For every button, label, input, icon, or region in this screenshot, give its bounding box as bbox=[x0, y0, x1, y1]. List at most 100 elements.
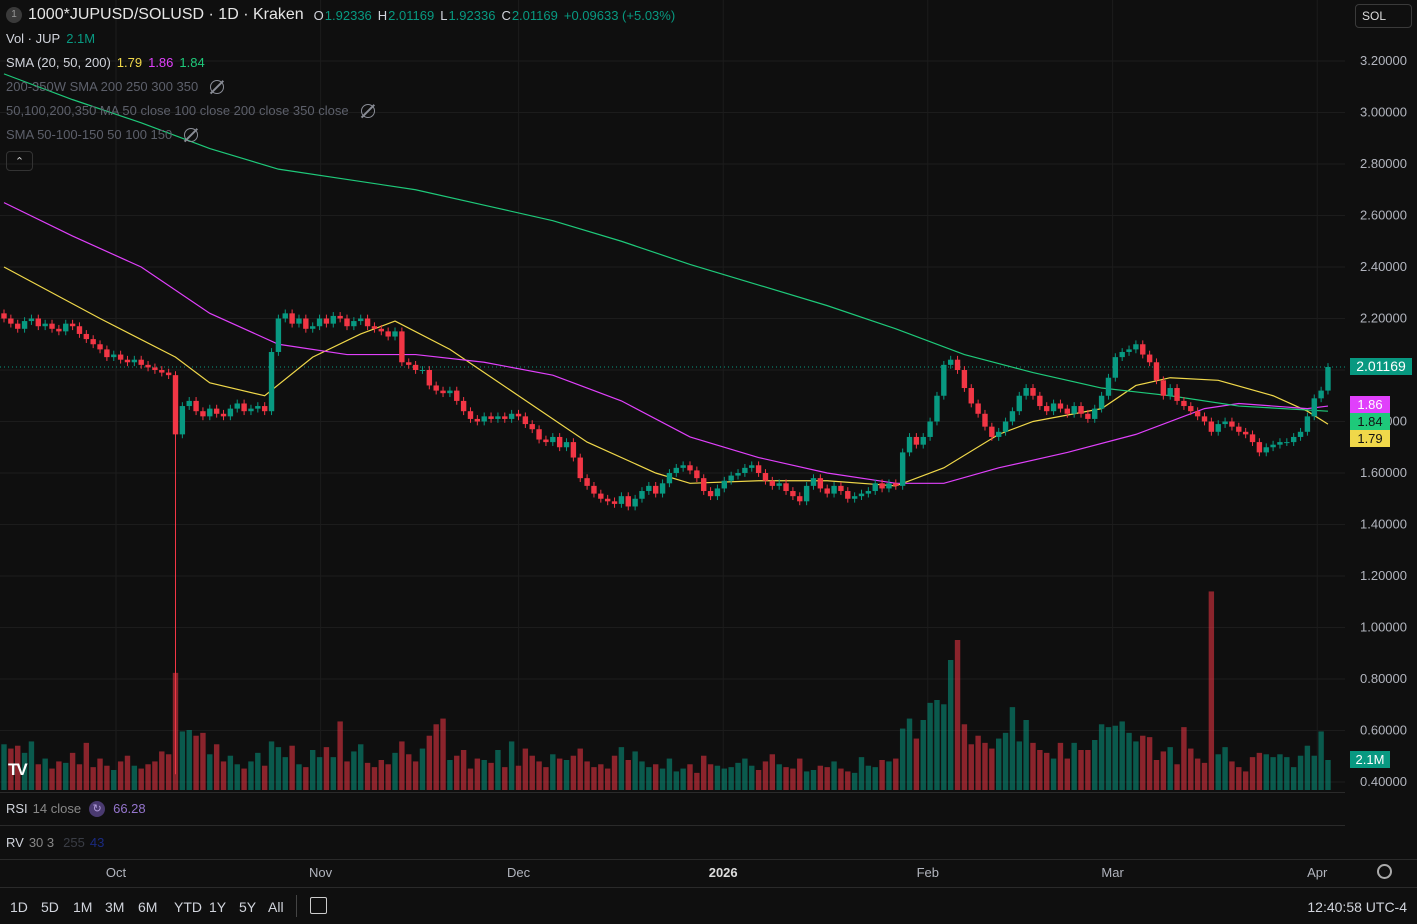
volume-bar bbox=[762, 761, 769, 790]
volume-bar bbox=[1133, 741, 1139, 790]
volume-bar bbox=[1325, 760, 1331, 790]
volume-bar bbox=[1236, 767, 1242, 790]
sma-legend[interactable]: SMA (20, 50, 200) 1.79 1.86 1.84 bbox=[6, 55, 205, 70]
candle-body bbox=[76, 326, 83, 334]
candle-body bbox=[824, 488, 830, 494]
range-button-all[interactable]: All bbox=[268, 899, 284, 915]
volume-bar bbox=[1146, 737, 1153, 790]
sma50-badge: 1.86 bbox=[1350, 396, 1390, 413]
settings-gear-icon[interactable] bbox=[1377, 864, 1392, 879]
hidden-indicator-1[interactable]: 200-350W SMA 200 250 300 350 bbox=[6, 79, 225, 94]
candle-body bbox=[728, 475, 734, 481]
candle-body bbox=[145, 364, 151, 368]
volume-bar bbox=[399, 741, 405, 790]
candle-body bbox=[296, 318, 302, 324]
low-label: L bbox=[440, 7, 448, 23]
volume-bar bbox=[289, 745, 295, 790]
volume-bar bbox=[378, 760, 384, 790]
go-to-date-calendar-icon[interactable] bbox=[310, 897, 327, 914]
y-tick-label: 0.40000 bbox=[1360, 774, 1407, 789]
rv-legend[interactable]: RV 30 3 255 43 bbox=[0, 825, 1345, 859]
collapse-legend-button[interactable]: ⌃ bbox=[6, 151, 33, 171]
candle-body bbox=[851, 496, 858, 499]
symbol-title[interactable]: 1000*JUPUSD/SOLUSD · 1D · Kraken bbox=[28, 6, 304, 24]
volume-bar bbox=[69, 752, 76, 790]
volume-bar bbox=[735, 762, 741, 790]
volume-bar bbox=[234, 764, 240, 790]
volume-bar bbox=[1249, 757, 1256, 790]
candle-body bbox=[186, 400, 192, 407]
hidden-indicator-2[interactable]: 50,100,200,350 MA 50 close 100 close 200… bbox=[6, 103, 375, 118]
range-button-5d[interactable]: 5D bbox=[41, 899, 59, 915]
volume-bar bbox=[28, 741, 35, 790]
volume-bar bbox=[467, 768, 474, 790]
range-button-1d[interactable]: 1D bbox=[10, 899, 28, 915]
volume-bar bbox=[899, 728, 906, 790]
refresh-icon[interactable]: ↻ bbox=[89, 800, 106, 817]
candle-body bbox=[934, 395, 940, 422]
eye-hidden-icon[interactable] bbox=[184, 127, 199, 142]
clock[interactable]: 12:40:58 UTC-4 bbox=[1307, 899, 1407, 915]
eye-hidden-icon[interactable] bbox=[360, 103, 375, 118]
range-button-1y[interactable]: 1Y bbox=[209, 899, 226, 915]
candle-body bbox=[227, 408, 234, 417]
volume-bar bbox=[563, 760, 570, 790]
candle-body bbox=[1, 313, 7, 319]
range-button-1m[interactable]: 1M bbox=[73, 899, 92, 915]
volume-bar bbox=[1242, 771, 1249, 790]
volume-bar bbox=[1263, 754, 1269, 790]
candle-body bbox=[762, 473, 769, 481]
volume-bar bbox=[488, 762, 494, 790]
volume-bar bbox=[104, 765, 110, 790]
sma20-value: 1.79 bbox=[116, 55, 143, 70]
volume-bar bbox=[714, 765, 721, 790]
currency-button[interactable]: SOL bbox=[1355, 4, 1412, 28]
volume-bar bbox=[351, 751, 357, 790]
candle-body bbox=[165, 372, 172, 376]
candle-body bbox=[515, 413, 522, 417]
price-chart[interactable]: 3.20000 3.00000 2.80000 2.60000 2.40000 2.200… bbox=[0, 0, 1417, 924]
volume-bar bbox=[502, 767, 508, 790]
volume-bar bbox=[1030, 742, 1036, 790]
volume-bar bbox=[1160, 751, 1167, 790]
candle-body bbox=[1277, 442, 1283, 445]
candle-body bbox=[399, 331, 405, 363]
candle-body bbox=[159, 370, 165, 373]
candle-body bbox=[234, 403, 240, 409]
volume-bar bbox=[1, 744, 7, 790]
range-button-ytd[interactable]: YTD bbox=[174, 899, 202, 915]
range-button-6m[interactable]: 6M bbox=[138, 899, 157, 915]
volume-bar bbox=[577, 748, 583, 790]
volume-bar bbox=[1050, 758, 1057, 790]
volume-bar bbox=[481, 760, 487, 790]
hidden-indicator-3[interactable]: SMA 50-100-150 50 100 150 bbox=[6, 127, 199, 142]
tradingview-logo[interactable]: TV bbox=[8, 760, 28, 780]
sma200-value: 1.84 bbox=[179, 55, 205, 70]
volume-bar bbox=[63, 762, 69, 790]
volume-bar bbox=[1119, 721, 1125, 790]
candle-body bbox=[323, 318, 330, 324]
candle-body bbox=[358, 318, 364, 322]
candle-body bbox=[618, 496, 625, 504]
volume-badge: 2.1M bbox=[1350, 751, 1390, 768]
sma200-badge: 1.84 bbox=[1350, 413, 1390, 430]
candle-body bbox=[797, 496, 803, 502]
candle-body bbox=[632, 498, 638, 507]
y-tick-label: 2.20000 bbox=[1360, 311, 1407, 326]
volume-bar bbox=[344, 761, 350, 790]
range-button-5y[interactable]: 5Y bbox=[239, 899, 256, 915]
candle-body bbox=[1044, 406, 1050, 412]
volume-bar bbox=[570, 755, 577, 790]
candle-body bbox=[1208, 421, 1215, 432]
volume-bar bbox=[989, 748, 995, 790]
bottom-toolbar-divider bbox=[0, 887, 1417, 888]
volume-bar bbox=[968, 744, 974, 790]
volume-bar bbox=[920, 720, 926, 790]
candle-body bbox=[385, 331, 391, 337]
rsi-legend[interactable]: RSI 14 close ↻ 66.28 bbox=[0, 792, 1345, 824]
volume-legend[interactable]: Vol · JUP 2.1M bbox=[6, 31, 95, 46]
candle-body bbox=[817, 478, 824, 489]
range-button-3m[interactable]: 3M bbox=[105, 899, 124, 915]
eye-hidden-icon[interactable] bbox=[210, 79, 225, 94]
candle-body bbox=[749, 465, 755, 468]
